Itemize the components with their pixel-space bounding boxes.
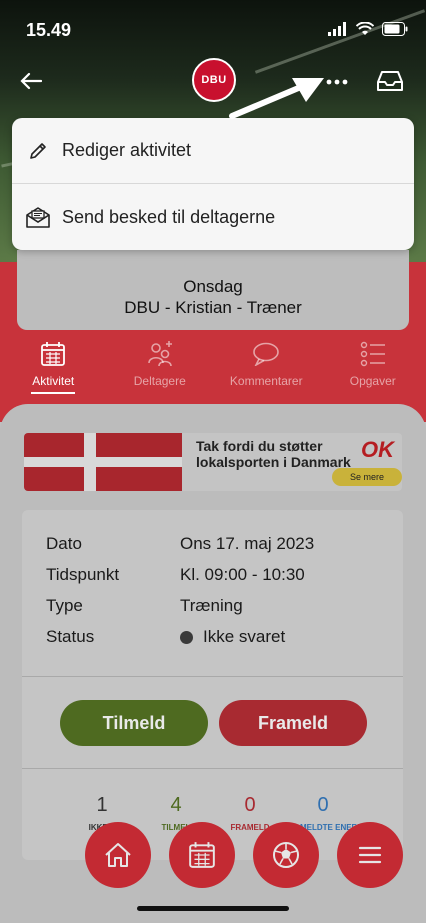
nav-calendar-button[interactable] — [169, 822, 235, 888]
pencil-icon — [26, 139, 50, 163]
active-tab-indicator — [31, 392, 76, 394]
menu-item-label: Rediger aktivitet — [62, 140, 192, 160]
divider — [22, 768, 403, 769]
signal-icon — [328, 22, 346, 36]
stat-value: 0 — [317, 794, 329, 816]
menu-icon — [358, 846, 382, 864]
screen: 15.49 DBU Onsdag DBU - Kristian - Træner… — [0, 0, 426, 923]
battery-icon — [382, 22, 408, 36]
menu-item-label: Send besked til deltagerne — [62, 206, 276, 227]
menu-item-edit-activity[interactable]: Rediger aktivitet — [12, 118, 414, 184]
detail-value: Ons 17. maj 2023 — [180, 534, 315, 553]
activity-title-card: Onsdag DBU - Kristian - Træner — [17, 250, 409, 330]
stat-value: 4 — [170, 794, 182, 816]
annotation-arrow — [229, 78, 324, 119]
detail-label: Tidspunkt — [46, 565, 120, 584]
inbox-icon — [377, 71, 403, 91]
calendar-icon — [189, 842, 215, 868]
nav-menu-button[interactable] — [337, 822, 403, 888]
decline-button[interactable]: Frameld — [219, 700, 367, 746]
nav-football-button[interactable] — [253, 822, 319, 888]
comment-icon — [252, 340, 280, 368]
tab-label: Kommentarer — [229, 374, 303, 388]
detail-label: Dato — [46, 534, 82, 553]
tab-label: Aktivitet — [32, 374, 75, 388]
banner-flag-image — [24, 433, 182, 491]
inbox-button[interactable] — [376, 70, 404, 97]
menu-item-send-message[interactable]: Send besked til deltagerne — [12, 184, 414, 250]
activity-details-card: Dato Ons 17. maj 2023 Tidspunkt Kl. 09:0… — [22, 510, 403, 860]
status-dot — [180, 630, 193, 644]
stat-value: 0 — [244, 794, 256, 816]
home-icon — [105, 843, 131, 867]
activity-name: DBU - Kristian - Træner — [124, 298, 302, 317]
activity-day: Onsdag — [183, 277, 243, 296]
list-icon — [360, 340, 386, 368]
status-icons — [328, 22, 408, 36]
stat-value: 1 — [96, 794, 108, 816]
signup-button[interactable]: Tilmeld — [60, 700, 208, 746]
tab-label: Opgaver — [349, 374, 396, 388]
ok-logo: OK — [361, 437, 394, 462]
mail-icon — [26, 205, 50, 229]
home-indicator — [137, 906, 289, 911]
options-menu: Rediger aktivitet Send besked til deltag… — [12, 118, 414, 250]
detail-value: Træning — [180, 596, 243, 615]
divider — [22, 676, 403, 677]
tab-deltagere[interactable]: Deltagere — [107, 340, 214, 400]
status-time: 15.49 — [26, 20, 72, 40]
activity-tabs: Aktivitet Deltagere Kommentarer Opgaver — [0, 340, 426, 400]
back-button[interactable] — [20, 68, 43, 94]
sponsor-banner[interactable]: Tak fordi du støtter lokalsporten i Danm… — [24, 433, 402, 491]
detail-value: Kl. 09:00 - 10:30 — [180, 565, 305, 584]
nav-home-button[interactable] — [85, 822, 151, 888]
more-options-button[interactable] — [326, 72, 348, 90]
tab-aktivitet[interactable]: Aktivitet — [0, 340, 107, 400]
banner-text: Tak fordi du støtter lokalsporten i Danm… — [196, 438, 351, 470]
wifi-icon — [356, 22, 374, 35]
calendar-icon — [40, 340, 66, 368]
detail-value-status: Ikke svaret — [180, 627, 285, 647]
detail-label: Status — [46, 627, 95, 646]
banner-cta-button[interactable]: Se mere — [332, 468, 402, 486]
tab-opgaver[interactable]: Opgaver — [320, 340, 426, 400]
detail-label: Type — [46, 596, 83, 615]
tab-label: Deltagere — [133, 374, 186, 388]
more-dots-icon — [326, 79, 348, 85]
football-icon — [273, 842, 299, 868]
participants-icon — [146, 340, 174, 368]
status-text: Ikke svaret — [203, 627, 286, 646]
back-arrow-icon — [20, 72, 43, 90]
tab-kommentarer[interactable]: Kommentarer — [213, 340, 320, 400]
